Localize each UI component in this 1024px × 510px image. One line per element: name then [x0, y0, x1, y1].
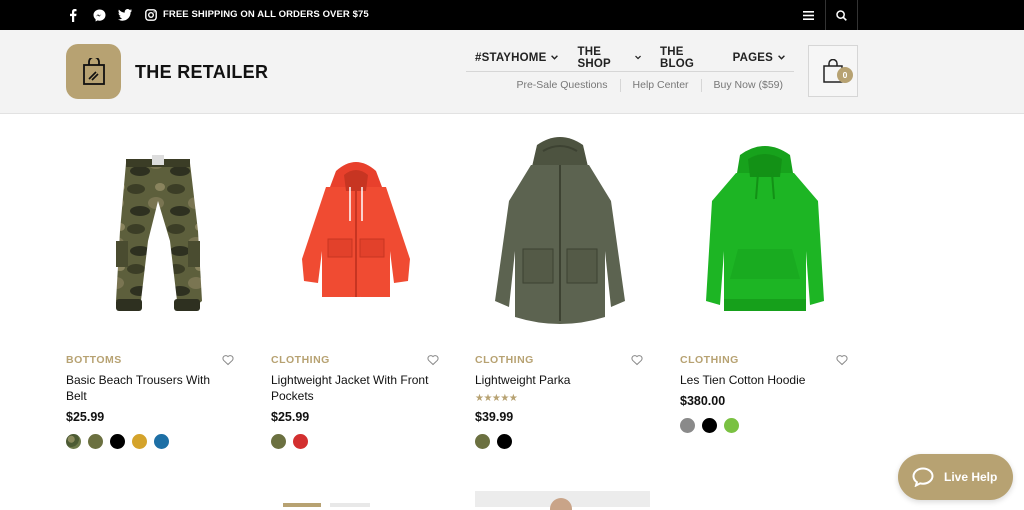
- color-swatch-olive[interactable]: [271, 434, 286, 449]
- color-swatch-mustard[interactable]: [132, 434, 147, 449]
- brand-name[interactable]: THE RETAILER: [135, 62, 268, 83]
- nav-item-the-blog[interactable]: THE BLOG: [650, 46, 723, 70]
- social-links: [66, 8, 158, 22]
- color-swatch-black[interactable]: [110, 434, 125, 449]
- buy-now-link[interactable]: Buy Now ($59): [702, 79, 794, 92]
- color-swatch-olive[interactable]: [475, 434, 490, 449]
- color-swatch-black[interactable]: [702, 418, 717, 433]
- hamburger-icon: [803, 10, 814, 20]
- product-category[interactable]: BOTTOMS: [66, 354, 122, 366]
- hamburger-menu-button[interactable]: [792, 0, 825, 30]
- product-price: $39.99: [475, 410, 514, 424]
- product-image[interactable]: [680, 126, 850, 336]
- search-button[interactable]: [825, 0, 858, 30]
- main-nav: #STAYHOME THE SHOP THE BLOG PAGES: [466, 44, 794, 72]
- secondary-nav: Pre-Sale Questions Help Center Buy Now (…: [466, 79, 794, 92]
- color-swatches: [271, 434, 308, 449]
- color-swatches: [66, 434, 169, 449]
- color-swatch-blue[interactable]: [154, 434, 169, 449]
- heart-icon[interactable]: [222, 354, 234, 366]
- pre-sale-questions-link[interactable]: Pre-Sale Questions: [504, 79, 621, 92]
- color-swatch-olive[interactable]: [88, 434, 103, 449]
- product-image[interactable]: [271, 126, 441, 336]
- color-swatch-black[interactable]: [497, 434, 512, 449]
- product-price: $380.00: [680, 394, 726, 408]
- chevron-down-icon: [551, 55, 559, 60]
- messenger-icon[interactable]: [92, 8, 106, 22]
- nav-item-the-shop[interactable]: THE SHOP: [567, 46, 650, 70]
- product-price: $25.99: [271, 410, 310, 424]
- logo[interactable]: [66, 44, 121, 99]
- color-swatches: [475, 434, 512, 449]
- color-swatch-red[interactable]: [293, 434, 308, 449]
- next-product-image[interactable]: [283, 503, 321, 507]
- product-price: $25.99: [66, 410, 105, 424]
- top-bar: FREE SHIPPING ON ALL ORDERS OVER $75: [0, 0, 1024, 30]
- chevron-down-icon: [635, 55, 641, 60]
- product-category[interactable]: CLOTHING: [475, 354, 534, 366]
- product-card[interactable]: BOTTOMS Basic Beach Trousers With Belt $…: [66, 126, 236, 449]
- product-name[interactable]: Lightweight Jacket With Front Pockets: [271, 372, 431, 404]
- product-name[interactable]: Basic Beach Trousers With Belt: [66, 372, 226, 404]
- heart-icon[interactable]: [631, 354, 643, 366]
- nav-label: THE SHOP: [577, 45, 611, 70]
- nav-label: PAGES: [732, 51, 773, 64]
- search-icon: [836, 9, 847, 21]
- product-image[interactable]: [66, 126, 236, 336]
- color-swatch-lime[interactable]: [724, 418, 739, 433]
- product-card[interactable]: CLOTHING Les Tien Cotton Hoodie $380.00: [680, 126, 850, 433]
- cart-count-badge: 0: [837, 67, 853, 83]
- shipping-banner: FREE SHIPPING ON ALL ORDERS OVER $75: [163, 9, 369, 20]
- chat-bubble-icon: [912, 467, 934, 487]
- color-swatch-grey[interactable]: [680, 418, 695, 433]
- facebook-icon[interactable]: [66, 8, 80, 22]
- next-product-image[interactable]: [330, 503, 370, 507]
- color-swatches: [680, 418, 739, 433]
- nav-label: #STAYHOME: [475, 51, 547, 64]
- product-category[interactable]: CLOTHING: [680, 354, 739, 366]
- nav-item-stayhome[interactable]: #STAYHOME: [466, 52, 567, 64]
- product-name[interactable]: Lightweight Parka: [475, 372, 635, 388]
- nav-item-pages[interactable]: PAGES: [723, 52, 794, 64]
- product-card[interactable]: CLOTHING Lightweight Parka ★★★★★ $39.99: [475, 126, 645, 449]
- shopping-bag-logo-icon: [82, 57, 105, 85]
- live-help-button[interactable]: Live Help: [898, 454, 1013, 500]
- instagram-icon[interactable]: [144, 8, 158, 22]
- product-card[interactable]: CLOTHING Lightweight Jacket With Front P…: [271, 126, 441, 449]
- rating-stars: ★★★★★: [475, 393, 518, 404]
- live-help-label: Live Help: [944, 470, 998, 484]
- twitter-icon[interactable]: [118, 8, 132, 22]
- color-swatch-camo[interactable]: [66, 434, 81, 449]
- help-center-link[interactable]: Help Center: [621, 79, 702, 92]
- next-product-image[interactable]: [475, 491, 650, 510]
- product-category[interactable]: CLOTHING: [271, 354, 330, 366]
- product-name[interactable]: Les Tien Cotton Hoodie: [680, 372, 840, 388]
- site-header: THE RETAILER #STAYHOME THE SHOP THE BLOG…: [0, 30, 1024, 114]
- nav-label: THE BLOG: [660, 45, 695, 70]
- product-image[interactable]: [475, 126, 645, 336]
- chevron-down-icon: [778, 55, 785, 60]
- heart-icon[interactable]: [427, 354, 439, 366]
- heart-icon[interactable]: [836, 354, 848, 366]
